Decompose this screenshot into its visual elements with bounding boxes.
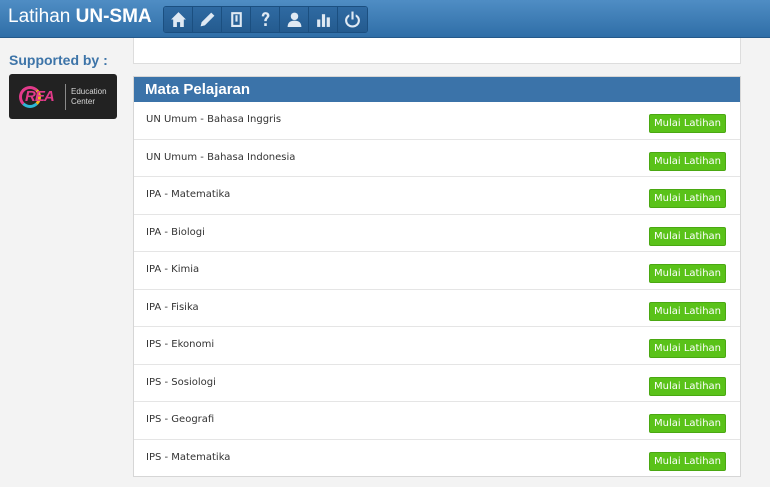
user-icon [287,12,301,27]
start-practice-button[interactable]: Mulai Latihan [649,151,726,171]
start-practice-button[interactable]: Mulai Latihan [649,376,726,396]
start-practice-button[interactable]: Mulai Latihan [649,451,726,471]
subject-list: UN Umum - Bahasa Inggris Mulai Latihan UN … [134,102,740,477]
subject-label: IPS - Sosiologi [146,376,216,388]
start-practice-button[interactable]: Mulai Latihan [649,264,726,283]
subject-row: IPA - Matematika Mulai Latihan [134,177,740,215]
book-icon [230,12,242,27]
subject-label: IPA - Matematika [146,189,231,200]
subject-label: IPA - Fisika [146,301,199,313]
help-icon [261,12,269,26]
nav-button-group [163,6,368,33]
subject-label: IPA - Biologi [146,226,205,238]
subject-row: IPA - Fisika Mulai Latihan [134,290,740,327]
content-top-strip [133,38,741,64]
power-icon [345,11,360,28]
edit-button[interactable] [193,7,222,32]
subjects-panel: Mata Pelajaran UN Umum - Bahasa Inggris M… [133,76,741,477]
home-button[interactable] [164,7,193,32]
logo-mark: REA [17,82,61,112]
logo-text: Education Center [71,86,107,106]
subject-row: IPS - Ekonomi Mulai Latihan [134,327,740,365]
subject-row: IPS - Geografi Mulai Latihan [134,402,740,440]
logo-divider [65,83,66,110]
subject-label: UN Umum - Bahasa Indonesia [146,151,296,163]
subject-label: IPS - Geografi [146,414,215,425]
statistics-button[interactable] [309,7,338,32]
panel-title: Mata Pelajaran [134,77,740,102]
subject-row: IPS - Sosiologi Mulai Latihan [134,365,740,402]
app-title-light: Latihan [8,6,76,27]
book-button[interactable] [222,7,251,32]
sponsor-logo[interactable]: REA Education Center [9,74,117,119]
help-button[interactable] [251,7,280,32]
start-practice-button[interactable]: Mulai Latihan [649,226,726,246]
app-title[interactable]: Latihan UN-SMA [8,6,152,28]
stats-icon [316,14,330,27]
top-navbar: Latihan UN-SMA [0,0,770,38]
subject-label: IPS - Matematika [146,451,231,463]
profile-button[interactable] [280,7,309,32]
subject-row: UN Umum - Bahasa Inggris Mulai Latihan [134,102,740,140]
logo-mark-text: REA [25,87,55,105]
start-practice-button[interactable]: Mulai Latihan [649,339,726,358]
logout-button[interactable] [338,7,367,32]
subject-label: UN Umum - Bahasa Inggris [146,114,282,125]
start-practice-button[interactable]: Mulai Latihan [649,189,726,208]
subject-row: IPS - Matematika Mulai Latihan [134,440,740,478]
subject-row: IPA - Kimia Mulai Latihan [134,252,740,290]
subject-row: IPA - Biologi Mulai Latihan [134,215,740,252]
subject-label: IPA - Kimia [146,264,200,275]
subject-row: UN Umum - Bahasa Indonesia Mulai Latihan [134,140,740,177]
pencil-icon [200,12,214,27]
start-practice-button[interactable]: Mulai Latihan [649,114,726,133]
app-title-bold: UN-SMA [75,6,152,27]
start-practice-button[interactable]: Mulai Latihan [649,414,726,433]
supported-by-label: Supported by : [9,52,108,68]
subject-label: IPS - Ekonomi [146,339,215,350]
home-icon [170,12,186,27]
start-practice-button[interactable]: Mulai Latihan [649,301,726,321]
